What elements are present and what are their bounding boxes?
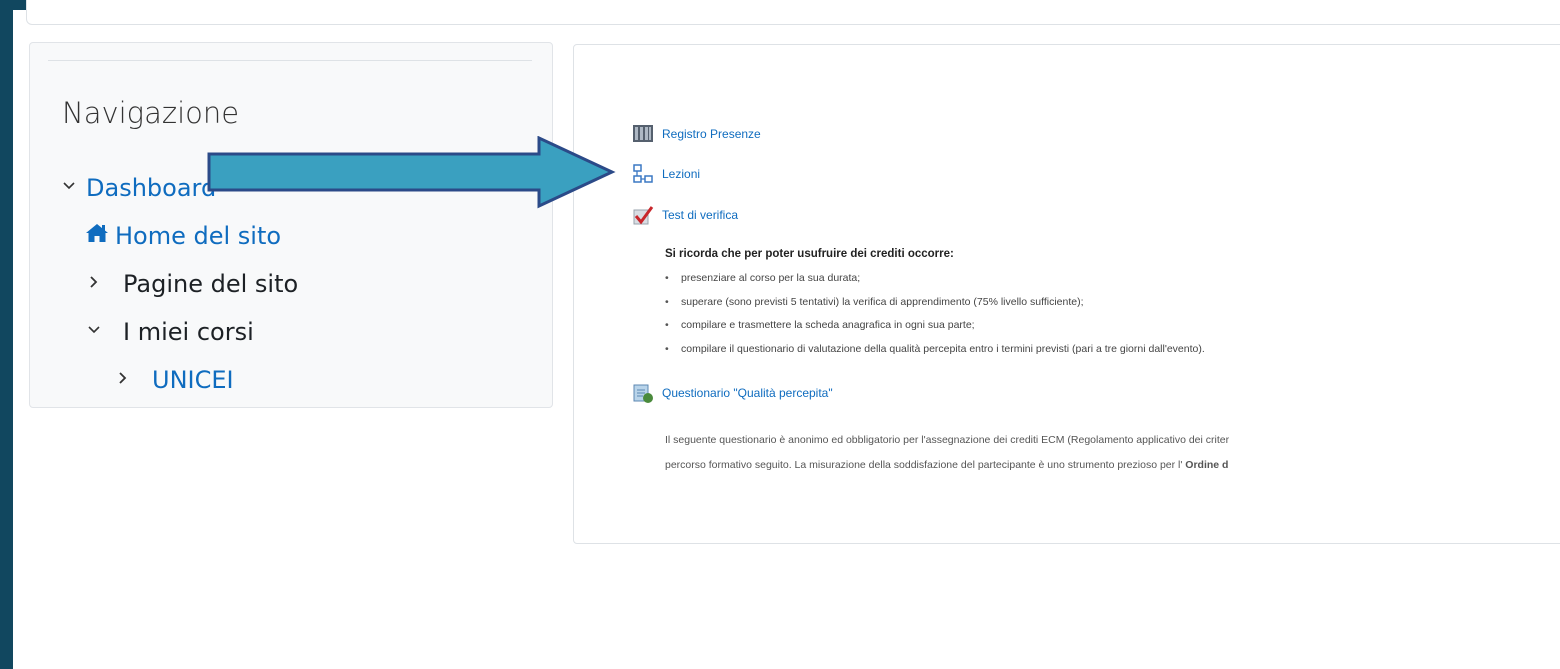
register-icon: [632, 123, 654, 145]
activity-label[interactable]: Test di verifica: [662, 208, 738, 222]
activity-questionario[interactable]: Questionario "Qualità percepita": [632, 382, 833, 404]
nav-item-unicei[interactable]: UNICEI: [116, 366, 234, 394]
nav-item-label[interactable]: Pagine del sito: [123, 270, 298, 298]
lessons-icon: [632, 163, 654, 185]
navigation-block: Navigazione Dashboard Home del sito Pagi…: [29, 42, 553, 408]
nav-item-label[interactable]: I miei corsi: [123, 318, 254, 346]
paragraph-text: percorso formativo seguito. La misurazio…: [665, 459, 1186, 471]
list-item: compilare il questionario di valutazione…: [665, 343, 1205, 367]
activity-label[interactable]: Lezioni: [662, 167, 700, 181]
annotation-arrow: [207, 136, 616, 209]
nav-item-label[interactable]: Home del sito: [115, 222, 281, 250]
chevron-right-icon[interactable]: [87, 275, 123, 293]
chevron-down-icon[interactable]: [87, 323, 123, 341]
chevron-down-icon[interactable]: [62, 179, 86, 197]
chevron-right-icon[interactable]: [116, 371, 152, 389]
feedback-icon: [632, 382, 654, 404]
navigation-title: Navigazione: [62, 96, 240, 130]
nav-item-label[interactable]: UNICEI: [152, 366, 234, 394]
paragraph-line: Il seguente questionario è anonimo ed ob…: [665, 434, 1230, 446]
nav-item-home[interactable]: Home del sito: [85, 222, 281, 250]
paragraph-bold-text: Ordine d: [1185, 459, 1229, 471]
window-frame-left: [0, 0, 13, 669]
paragraph-line: percorso formativo seguito. La misurazio…: [665, 453, 1560, 478]
top-card: [26, 0, 1560, 25]
list-item: superare (sono previsti 5 tentativi) la …: [665, 296, 1205, 320]
home-icon: [85, 222, 115, 250]
quiz-check-icon: [632, 204, 654, 226]
activity-label[interactable]: Registro Presenze: [662, 127, 761, 141]
list-item: presenziare al corso per la sua durata;: [665, 272, 1205, 296]
credits-requirements-list: presenziare al corso per la sua durata; …: [665, 272, 1205, 366]
nav-divider: [48, 60, 532, 61]
nav-item-label[interactable]: Dashboard: [86, 174, 216, 202]
activity-lezioni[interactable]: Lezioni: [632, 163, 700, 185]
activity-test-di-verifica[interactable]: Test di verifica: [632, 204, 738, 226]
questionnaire-description: Il seguente questionario è anonimo ed ob…: [665, 428, 1560, 478]
nav-item-my-courses[interactable]: I miei corsi: [87, 318, 254, 346]
list-item: compilare e trasmettere la scheda anagra…: [665, 319, 1205, 343]
activity-registro-presenze[interactable]: Registro Presenze: [632, 123, 761, 145]
nav-item-dashboard[interactable]: Dashboard: [62, 174, 216, 202]
nav-item-site-pages[interactable]: Pagine del sito: [87, 270, 298, 298]
activity-label[interactable]: Questionario "Qualità percepita": [662, 386, 833, 400]
credits-note-title: Si ricorda che per poter usufruire dei c…: [665, 248, 954, 260]
